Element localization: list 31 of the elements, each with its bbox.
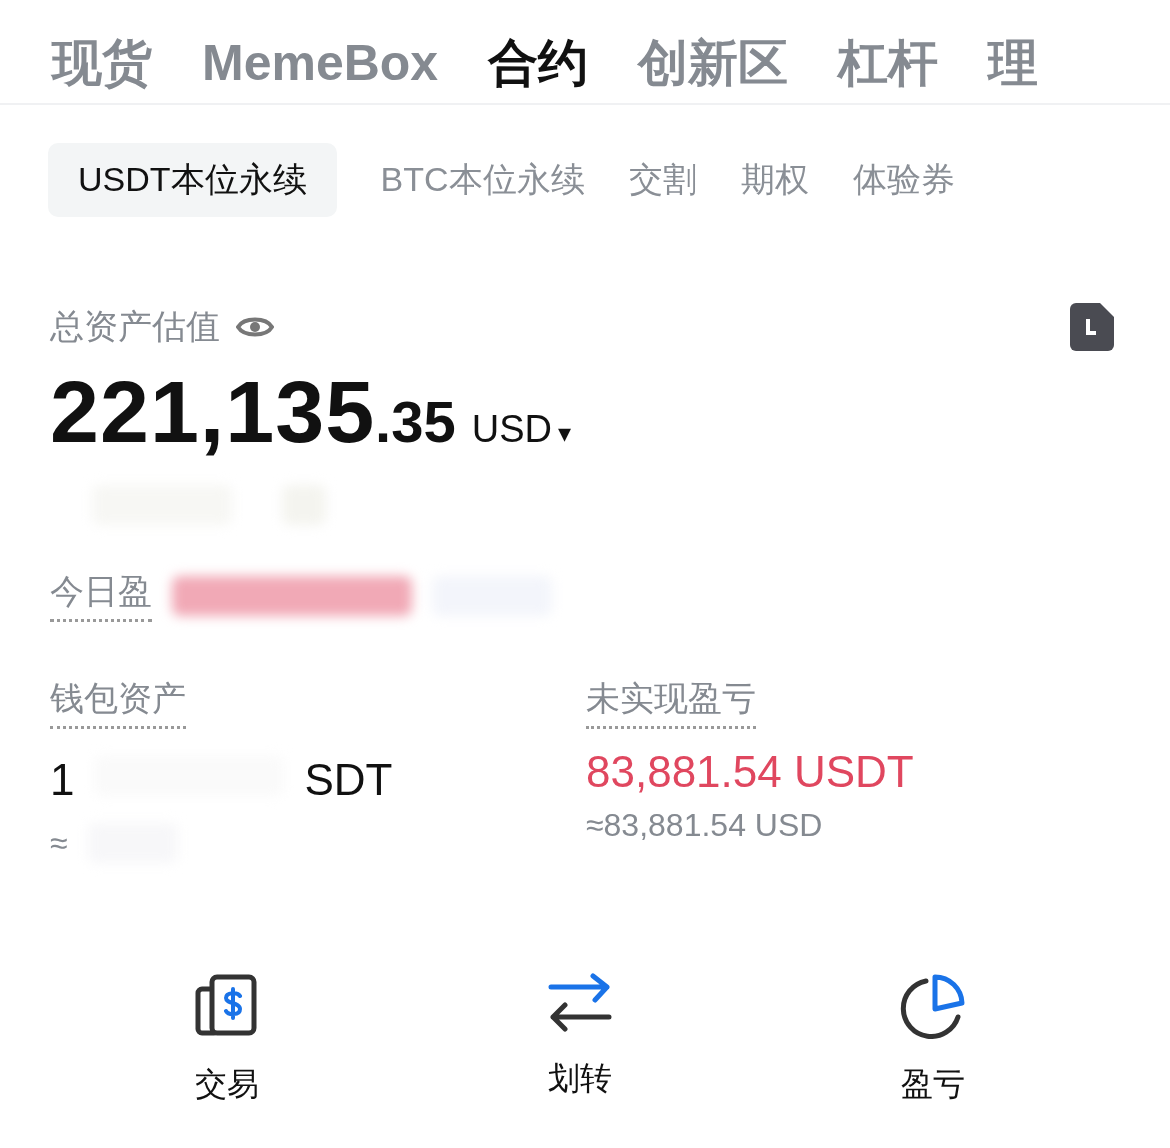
market-tab[interactable]: 现货: [52, 28, 152, 103]
market-tab[interactable]: MemeBox: [202, 28, 439, 103]
wallet-assets-label[interactable]: 钱包资产: [50, 676, 186, 729]
wallet-dollar-icon: [193, 973, 260, 1039]
total-decimals: .35: [375, 388, 456, 455]
action-button[interactable]: 盈亏: [756, 973, 1110, 1107]
unrealized-pnl-approx: ≈83,881.54 USD: [586, 807, 823, 844]
today-pnl-label[interactable]: 今日盈: [50, 569, 152, 622]
market-tab[interactable]: 理: [988, 28, 1039, 103]
history-document-icon[interactable]: [1070, 303, 1114, 351]
unrealized-pnl-value: 83,881.54 USDT: [586, 747, 914, 797]
transfer-arrows-icon: [547, 973, 613, 1033]
unrealized-pnl-label[interactable]: 未实现盈亏: [586, 676, 756, 729]
wallet-amount: 1: [50, 755, 75, 805]
total-assets-label: 总资产估值: [50, 306, 220, 347]
contract-tab[interactable]: 交割: [628, 143, 697, 217]
currency-selector[interactable]: USD: [471, 408, 552, 451]
contract-tab[interactable]: 体验券: [852, 143, 955, 217]
pie-chart-icon: [900, 973, 967, 1039]
market-tab[interactable]: 合约: [488, 28, 589, 103]
wallet-approx: ≈: [50, 824, 68, 862]
contract-tab[interactable]: BTC本位永续: [380, 143, 585, 217]
total-amount: 221,135: [50, 361, 376, 463]
caret-icon[interactable]: ▾: [558, 418, 572, 449]
contract-tab[interactable]: 期权: [740, 143, 809, 217]
market-tab[interactable]: 杠杆: [838, 28, 939, 103]
contract-tab[interactable]: USDT本位永续: [48, 143, 337, 217]
action-button[interactable]: 交易: [50, 973, 404, 1107]
market-tab[interactable]: 创新区: [638, 28, 789, 103]
wallet-currency: SDT: [304, 755, 393, 805]
action-button[interactable]: 划转: [403, 973, 757, 1107]
